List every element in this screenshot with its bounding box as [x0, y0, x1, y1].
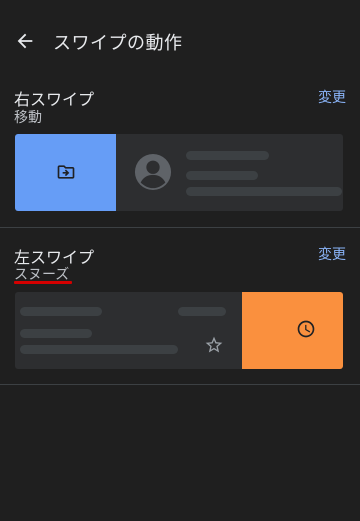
star-icon — [205, 336, 223, 353]
clock-icon — [297, 320, 315, 338]
section-divider — [0, 227, 360, 228]
skeleton-line — [186, 151, 269, 160]
right-swipe-change-button[interactable]: 変更 — [318, 87, 346, 107]
red-underline-annotation — [14, 281, 72, 284]
skeleton-line — [186, 187, 342, 196]
page-title: スワイプの動作 — [53, 33, 183, 54]
left-swipe-section[interactable]: 左スワイプ スヌーズ 変更 — [0, 242, 360, 384]
app-bar: スワイプの動作 — [0, 0, 360, 84]
skeleton-line — [178, 307, 226, 316]
skeleton-line — [186, 171, 258, 180]
email-preview — [116, 134, 343, 211]
section-divider — [0, 384, 360, 385]
skeleton-line — [20, 307, 102, 316]
move-to-folder-icon — [57, 165, 75, 179]
left-swipe-change-button[interactable]: 変更 — [318, 244, 346, 264]
right-swipe-preview — [15, 134, 343, 211]
swipe-action-area — [15, 134, 116, 211]
email-preview — [15, 292, 242, 369]
swipe-action-area — [242, 292, 343, 369]
left-swipe-preview — [15, 292, 343, 369]
right-swipe-action: 移動 — [14, 110, 42, 126]
right-swipe-section[interactable]: 右スワイプ 移動 変更 — [0, 84, 360, 226]
arrow-back-icon[interactable] — [14, 30, 36, 52]
avatar-icon — [134, 153, 172, 191]
skeleton-line — [20, 329, 92, 338]
skeleton-line — [20, 345, 178, 354]
